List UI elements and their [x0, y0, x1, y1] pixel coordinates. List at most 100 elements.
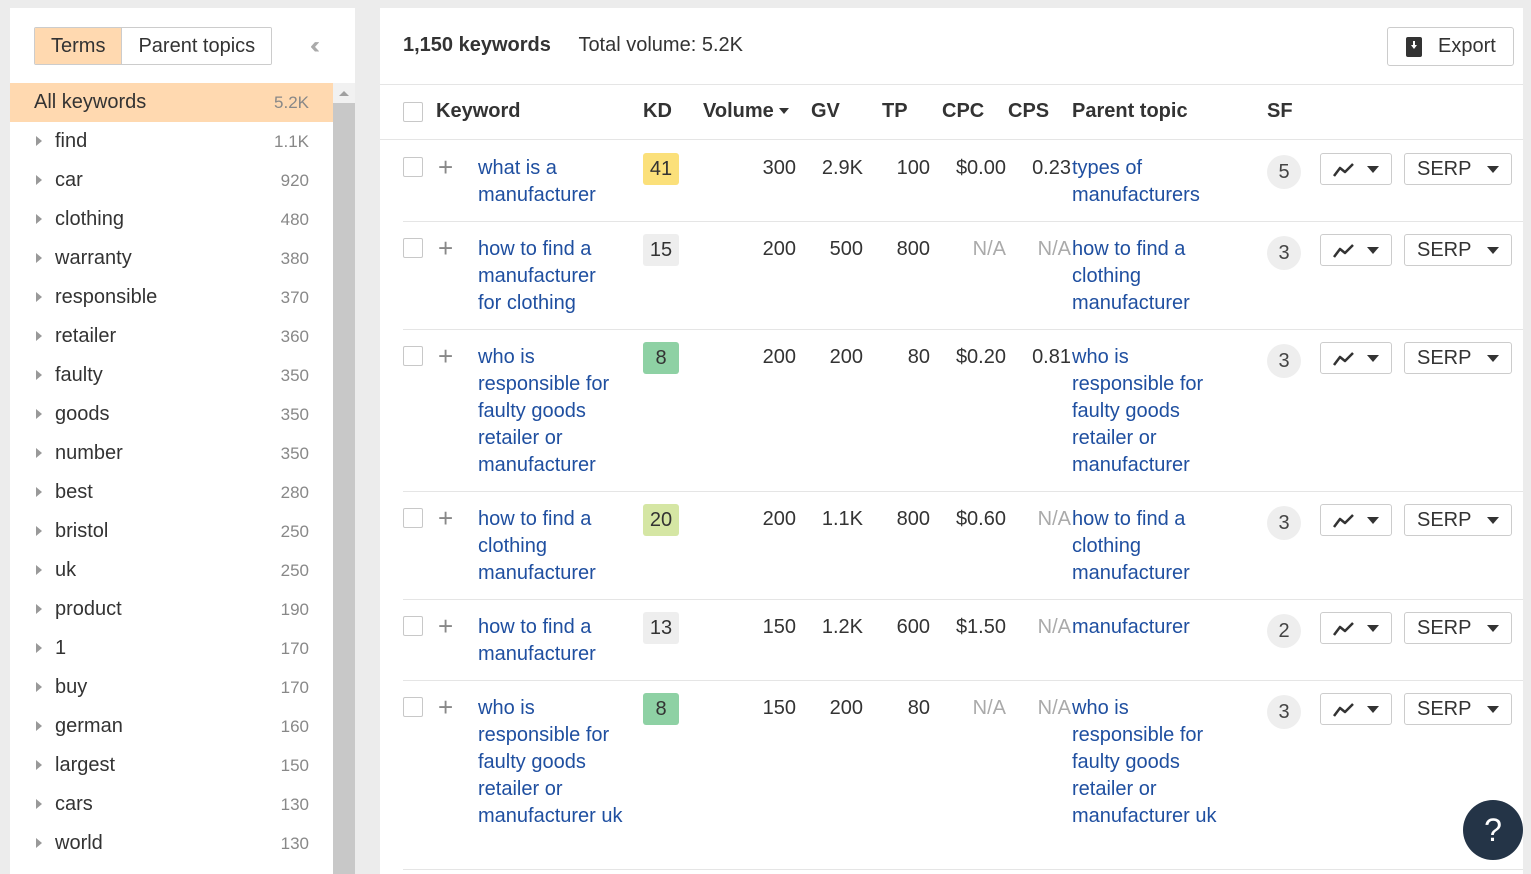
column-volume[interactable]: Volume [703, 100, 789, 123]
row-checkbox[interactable] [403, 508, 423, 528]
expand-arrow-icon[interactable] [36, 526, 42, 536]
expand-arrow-icon[interactable] [36, 448, 42, 458]
sidebar-item-term[interactable]: bristol 250 [10, 512, 333, 551]
trend-dropdown-button[interactable] [1320, 153, 1392, 185]
serp-features-badge[interactable]: 3 [1267, 695, 1301, 729]
sidebar-item-term[interactable]: german 160 [10, 707, 333, 746]
keyword-link[interactable]: how to find a manufacturer [478, 614, 623, 668]
keyword-link[interactable]: who is responsible for faulty goods reta… [478, 344, 623, 479]
sidebar-item-term[interactable]: warranty 380 [10, 239, 333, 278]
expand-arrow-icon[interactable] [36, 604, 42, 614]
sidebar-item-term[interactable]: retailer 360 [10, 317, 333, 356]
chevron-down-icon [1367, 706, 1379, 713]
column-keyword[interactable]: Keyword [436, 100, 520, 123]
sidebar-item-all-keywords[interactable]: All keywords 5.2K [10, 83, 333, 122]
expand-arrow-icon[interactable] [36, 331, 42, 341]
column-cps[interactable]: CPS [1008, 100, 1049, 123]
serp-dropdown-button[interactable]: SERP [1404, 693, 1512, 725]
sidebar-item-term[interactable]: largest 150 [10, 746, 333, 785]
row-checkbox[interactable] [403, 346, 423, 366]
serp-features-badge[interactable]: 3 [1267, 344, 1301, 378]
expand-arrow-icon[interactable] [36, 214, 42, 224]
serp-features-badge[interactable]: 2 [1267, 614, 1301, 648]
serp-dropdown-button[interactable]: SERP [1404, 234, 1512, 266]
add-to-list-icon[interactable]: + [438, 343, 453, 370]
serp-features-badge[interactable]: 3 [1267, 236, 1301, 270]
row-checkbox[interactable] [403, 238, 423, 258]
parent-topic-link[interactable]: manufacturer [1072, 614, 1232, 641]
trend-dropdown-button[interactable] [1320, 693, 1392, 725]
select-all-checkbox[interactable] [403, 102, 423, 122]
sidebar-item-term[interactable]: world 130 [10, 824, 333, 863]
expand-arrow-icon[interactable] [36, 253, 42, 263]
expand-arrow-icon[interactable] [36, 721, 42, 731]
sidebar-item-term[interactable]: best 280 [10, 473, 333, 512]
sidebar-item-term[interactable]: number 350 [10, 434, 333, 473]
row-checkbox[interactable] [403, 616, 423, 636]
serp-dropdown-button[interactable]: SERP [1404, 342, 1512, 374]
sidebar-item-term[interactable]: goods 350 [10, 395, 333, 434]
help-button[interactable]: ? [1463, 800, 1523, 860]
sidebar-item-term[interactable]: find 1.1K [10, 122, 333, 161]
parent-topic-link[interactable]: how to find a clothing manufacturer [1072, 506, 1232, 587]
column-gv[interactable]: GV [811, 100, 840, 123]
parent-topic-link[interactable]: how to find a clothing manufacturer [1072, 236, 1232, 317]
tab-parent-topics[interactable]: Parent topics [122, 28, 272, 64]
add-to-list-icon[interactable]: + [438, 613, 453, 640]
sidebar-item-term[interactable]: uk 250 [10, 551, 333, 590]
trend-dropdown-button[interactable] [1320, 234, 1392, 266]
expand-arrow-icon[interactable] [36, 292, 42, 302]
row-checkbox[interactable] [403, 157, 423, 177]
parent-topic-link[interactable]: types of manufacturers [1072, 155, 1232, 209]
sidebar-item-term[interactable]: car 920 [10, 161, 333, 200]
expand-arrow-icon[interactable] [36, 487, 42, 497]
sidebar-item-term[interactable]: faulty 350 [10, 356, 333, 395]
parent-topic-link[interactable]: who is responsible for faulty goods reta… [1072, 695, 1232, 830]
expand-arrow-icon[interactable] [36, 760, 42, 770]
sidebar-item-term[interactable]: 1 170 [10, 629, 333, 668]
column-parent-topic[interactable]: Parent topic [1072, 100, 1188, 123]
expand-arrow-icon[interactable] [36, 409, 42, 419]
expand-arrow-icon[interactable] [36, 682, 42, 692]
expand-arrow-icon[interactable] [36, 565, 42, 575]
keyword-link[interactable]: who is responsible for faulty goods reta… [478, 695, 623, 830]
expand-arrow-icon[interactable] [36, 643, 42, 653]
serp-dropdown-button[interactable]: SERP [1404, 504, 1512, 536]
serp-features-badge[interactable]: 5 [1267, 155, 1301, 189]
trend-dropdown-button[interactable] [1320, 612, 1392, 644]
trend-dropdown-button[interactable] [1320, 504, 1392, 536]
column-tp[interactable]: TP [882, 100, 908, 123]
trend-dropdown-button[interactable] [1320, 342, 1392, 374]
sidebar-item-term[interactable]: clothing 480 [10, 200, 333, 239]
tab-terms[interactable]: Terms [35, 28, 123, 64]
column-cpc[interactable]: CPC [942, 100, 984, 123]
double-chevron-left-icon[interactable]: ‹‹ [310, 34, 320, 58]
add-to-list-icon[interactable]: + [438, 694, 453, 721]
keyword-link[interactable]: how to find a clothing manufacturer [478, 506, 623, 587]
parent-topic-link[interactable]: who is responsible for faulty goods reta… [1072, 344, 1232, 479]
export-button[interactable]: Export [1387, 27, 1514, 66]
expand-arrow-icon[interactable] [36, 136, 42, 146]
sidebar-item-term[interactable]: responsible 370 [10, 278, 333, 317]
expand-arrow-icon[interactable] [36, 799, 42, 809]
keyword-link[interactable]: how to find a manufacturer for clothing [478, 236, 623, 317]
scrollbar-thumb[interactable] [333, 103, 355, 874]
serp-dropdown-button[interactable]: SERP [1404, 153, 1512, 185]
sidebar-scrollbar[interactable] [333, 83, 355, 874]
column-kd[interactable]: KD [643, 100, 672, 123]
row-checkbox[interactable] [403, 697, 423, 717]
serp-dropdown-button[interactable]: SERP [1404, 612, 1512, 644]
sidebar-item-term[interactable]: product 190 [10, 590, 333, 629]
sidebar-item-term[interactable]: buy 170 [10, 668, 333, 707]
sidebar-item-term[interactable]: cars 130 [10, 785, 333, 824]
scroll-up-arrow-icon[interactable] [339, 91, 349, 96]
serp-features-badge[interactable]: 3 [1267, 506, 1301, 540]
expand-arrow-icon[interactable] [36, 838, 42, 848]
column-sf[interactable]: SF [1267, 100, 1293, 123]
add-to-list-icon[interactable]: + [438, 505, 453, 532]
add-to-list-icon[interactable]: + [438, 154, 453, 181]
add-to-list-icon[interactable]: + [438, 235, 453, 262]
keyword-link[interactable]: what is a manufacturer [478, 155, 623, 209]
expand-arrow-icon[interactable] [36, 370, 42, 380]
expand-arrow-icon[interactable] [36, 175, 42, 185]
